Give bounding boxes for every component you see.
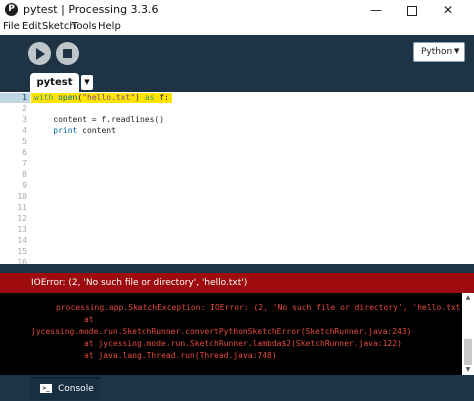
mode-label: Python — [421, 47, 453, 57]
line-number: 8 — [22, 170, 27, 179]
line-number: 4 — [22, 126, 27, 135]
error-status-bar: IOError: (2, 'No such file or directory'… — [0, 273, 474, 293]
paren: ) — [135, 93, 145, 102]
mode-selector[interactable]: Python ▼ — [413, 42, 465, 62]
menu-file[interactable]: File — [3, 21, 20, 32]
line-number: 6 — [22, 148, 27, 157]
console-panel[interactable]: processing.app.SketchException: IOError:… — [0, 293, 474, 375]
scroll-up-icon[interactable]: ▲ — [464, 295, 472, 301]
menu-edit[interactable]: Edit — [22, 21, 41, 32]
line-number: 13 — [17, 225, 27, 234]
function-name: open — [58, 93, 78, 102]
line-number: 10 — [17, 192, 27, 201]
code-text: f: — [154, 93, 169, 102]
line-number: 7 — [22, 159, 27, 168]
keyword: as — [144, 93, 155, 102]
line-number: 12 — [17, 214, 27, 223]
menu-help[interactable]: Help — [98, 21, 121, 32]
code-line-3: print content — [34, 126, 116, 136]
console-line: jycessing.mode.run.SketchRunner.convertP… — [31, 327, 412, 336]
processing-window: P pytest | Processing 3.3.6 — ✕ File Edi… — [0, 0, 474, 401]
line-number: 9 — [22, 181, 27, 190]
console-line: processing.app.SketchException: IOError:… — [56, 303, 471, 312]
menu-sketch[interactable]: Sketch — [42, 21, 76, 32]
line-number: 3 — [22, 115, 27, 124]
line-number: 5 — [22, 137, 27, 146]
footer-bar: >_ Console — [0, 375, 474, 401]
string-literal: "hello.txt" — [82, 93, 136, 102]
line-number: 2 — [22, 104, 27, 113]
tab-menu-button[interactable]: ▼ — [81, 75, 93, 90]
maximize-icon — [407, 5, 417, 16]
code-editor[interactable]: 1 2 3 4 5 6 7 8 9 10 11 12 13 14 15 16 w… — [0, 92, 474, 267]
line-number: 1 — [22, 93, 27, 102]
sketch-tabs: pytest ▼ — [0, 73, 474, 92]
processing-logo-icon: P — [5, 3, 18, 16]
console-tab[interactable]: >_ Console — [30, 377, 100, 400]
code-line-1: with open("hello.txt") as f: — [34, 93, 169, 103]
error-message: IOError: (2, 'No such file or directory'… — [31, 278, 248, 288]
run-button[interactable] — [28, 42, 51, 65]
title-bar: P pytest | Processing 3.3.6 — ✕ — [0, 0, 474, 20]
tab-pytest[interactable]: pytest — [30, 73, 79, 92]
console-scroll-thumb[interactable] — [464, 339, 472, 365]
code-line-2: content = f.readlines() — [34, 115, 165, 124]
console-tab-label: Console — [58, 384, 94, 394]
play-icon — [36, 48, 45, 60]
scroll-down-icon[interactable]: ▼ — [464, 367, 472, 373]
console-line: at jycessing.mode.run.SketchRunner.lambd… — [84, 339, 402, 348]
editor-vertical-scrollbar[interactable] — [462, 92, 474, 264]
console-scrollbar[interactable]: ▲ ▼ — [462, 293, 474, 375]
stop-icon — [63, 49, 72, 58]
keyword: with — [34, 93, 54, 102]
keyword: print — [53, 126, 78, 135]
line-number: 11 — [17, 203, 27, 212]
line-number: 15 — [17, 247, 27, 256]
maximize-button[interactable] — [394, 0, 430, 20]
stop-button[interactable] — [56, 42, 79, 65]
menu-tools[interactable]: Tools — [72, 21, 97, 32]
console-line: at java.lang.Thread.run(Thread.java:748) — [84, 351, 277, 360]
code-text: content — [77, 126, 116, 135]
console-icon: >_ — [40, 384, 52, 393]
chevron-down-icon: ▼ — [454, 47, 460, 55]
minimize-button[interactable]: — — [358, 0, 394, 20]
close-button[interactable]: ✕ — [430, 0, 466, 20]
menu-bar: File Edit Sketch Tools Help — [0, 20, 474, 35]
line-number: 14 — [17, 236, 27, 245]
toolbar — [0, 35, 474, 73]
editor-horizontal-scrollbar[interactable] — [0, 264, 474, 273]
line-number-gutter: 1 2 3 4 5 6 7 8 9 10 11 12 13 14 15 16 — [0, 92, 30, 267]
console-line: at — [84, 315, 94, 324]
window-title: pytest | Processing 3.3.6 — [23, 3, 159, 16]
